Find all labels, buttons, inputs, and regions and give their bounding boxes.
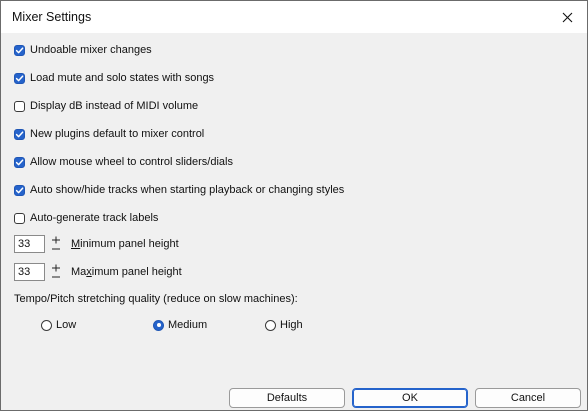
- minus-icon[interactable]: [51, 246, 61, 252]
- option-auto-show-hide-tracks[interactable]: Auto show/hide tracks when starting play…: [14, 183, 344, 197]
- label-part: inimum panel height: [80, 238, 179, 250]
- checkbox[interactable]: [14, 100, 25, 112]
- radio-medium[interactable]: Medium: [153, 318, 207, 332]
- radio-low[interactable]: Low: [41, 318, 76, 332]
- checkmark-icon: [15, 158, 24, 165]
- checkbox[interactable]: [14, 128, 25, 140]
- label-part: imum panel height: [91, 266, 182, 278]
- min-panel-height-spinner[interactable]: [45, 235, 66, 253]
- defaults-button[interactable]: Defaults: [229, 388, 345, 408]
- radio-label: Medium: [168, 319, 208, 331]
- checkbox-label: Auto show/hide tracks when starting play…: [30, 184, 345, 196]
- option-auto-generate-labels[interactable]: Auto-generate track labels: [14, 211, 158, 225]
- radio-high[interactable]: High: [265, 318, 303, 332]
- checkmark-icon: [15, 186, 24, 193]
- checkbox-label: Display dB instead of MIDI volume: [30, 100, 199, 112]
- max-panel-height-row: 33 Maximum panel height: [14, 262, 182, 282]
- close-icon: [562, 12, 572, 22]
- checkbox-label: Load mute and solo states with songs: [30, 72, 215, 84]
- stretch-quality-label: Tempo/Pitch stretching quality (reduce o…: [14, 293, 298, 305]
- radio-dot: [156, 323, 161, 327]
- plus-icon[interactable]: [51, 236, 61, 244]
- radio-label: Low: [56, 319, 77, 331]
- checkbox-label: Undoable mixer changes: [30, 44, 152, 56]
- checkbox[interactable]: [14, 156, 25, 168]
- checkbox[interactable]: [14, 184, 25, 196]
- checkbox[interactable]: [14, 72, 25, 84]
- settings-panel: Undoable mixer changes Load mute and sol…: [1, 33, 587, 376]
- mixer-settings-dialog: Mixer Settings Undoable mixer changes Lo…: [0, 0, 588, 411]
- minus-icon[interactable]: [51, 274, 61, 280]
- checkbox[interactable]: [14, 44, 25, 56]
- radio-button[interactable]: [41, 319, 52, 331]
- close-button[interactable]: [547, 1, 587, 33]
- plus-icon[interactable]: [51, 264, 61, 272]
- option-load-mute-solo[interactable]: Load mute and solo states with songs: [14, 71, 214, 85]
- option-new-plugins-mixer-control[interactable]: New plugins default to mixer control: [14, 127, 204, 141]
- min-panel-height-label: Minimum panel height: [71, 238, 179, 250]
- option-display-db[interactable]: Display dB instead of MIDI volume: [14, 99, 198, 113]
- checkbox-label: New plugins default to mixer control: [30, 128, 205, 140]
- min-panel-height-row: 33 Minimum panel height: [14, 234, 179, 254]
- mnemonic-letter: M: [71, 238, 81, 250]
- option-mouse-wheel[interactable]: Allow mouse wheel to control sliders/dia…: [14, 155, 233, 169]
- max-panel-height-spinner[interactable]: [45, 263, 66, 281]
- radio-button[interactable]: [265, 319, 276, 331]
- radio-label: High: [280, 319, 303, 331]
- max-panel-height-label: Maximum panel height: [71, 266, 182, 278]
- cancel-button[interactable]: Cancel: [475, 388, 581, 408]
- checkbox-label: Auto-generate track labels: [30, 212, 159, 224]
- checkbox[interactable]: [14, 212, 25, 224]
- checkmark-icon: [15, 74, 24, 81]
- checkmark-icon: [15, 46, 24, 53]
- checkmark-icon: [15, 130, 24, 137]
- checkbox-label: Allow mouse wheel to control sliders/dia…: [30, 156, 233, 168]
- dialog-title: Mixer Settings: [12, 10, 92, 24]
- radio-button[interactable]: [153, 319, 164, 331]
- min-panel-height-input[interactable]: 33: [14, 235, 45, 253]
- ok-button[interactable]: OK: [352, 388, 468, 408]
- title-bar: Mixer Settings: [1, 1, 587, 33]
- option-undoable-mixer-changes[interactable]: Undoable mixer changes: [14, 43, 152, 57]
- label-part: Ma: [71, 266, 87, 278]
- dialog-footer: Defaults OK Cancel: [1, 376, 587, 410]
- max-panel-height-input[interactable]: 33: [14, 263, 45, 281]
